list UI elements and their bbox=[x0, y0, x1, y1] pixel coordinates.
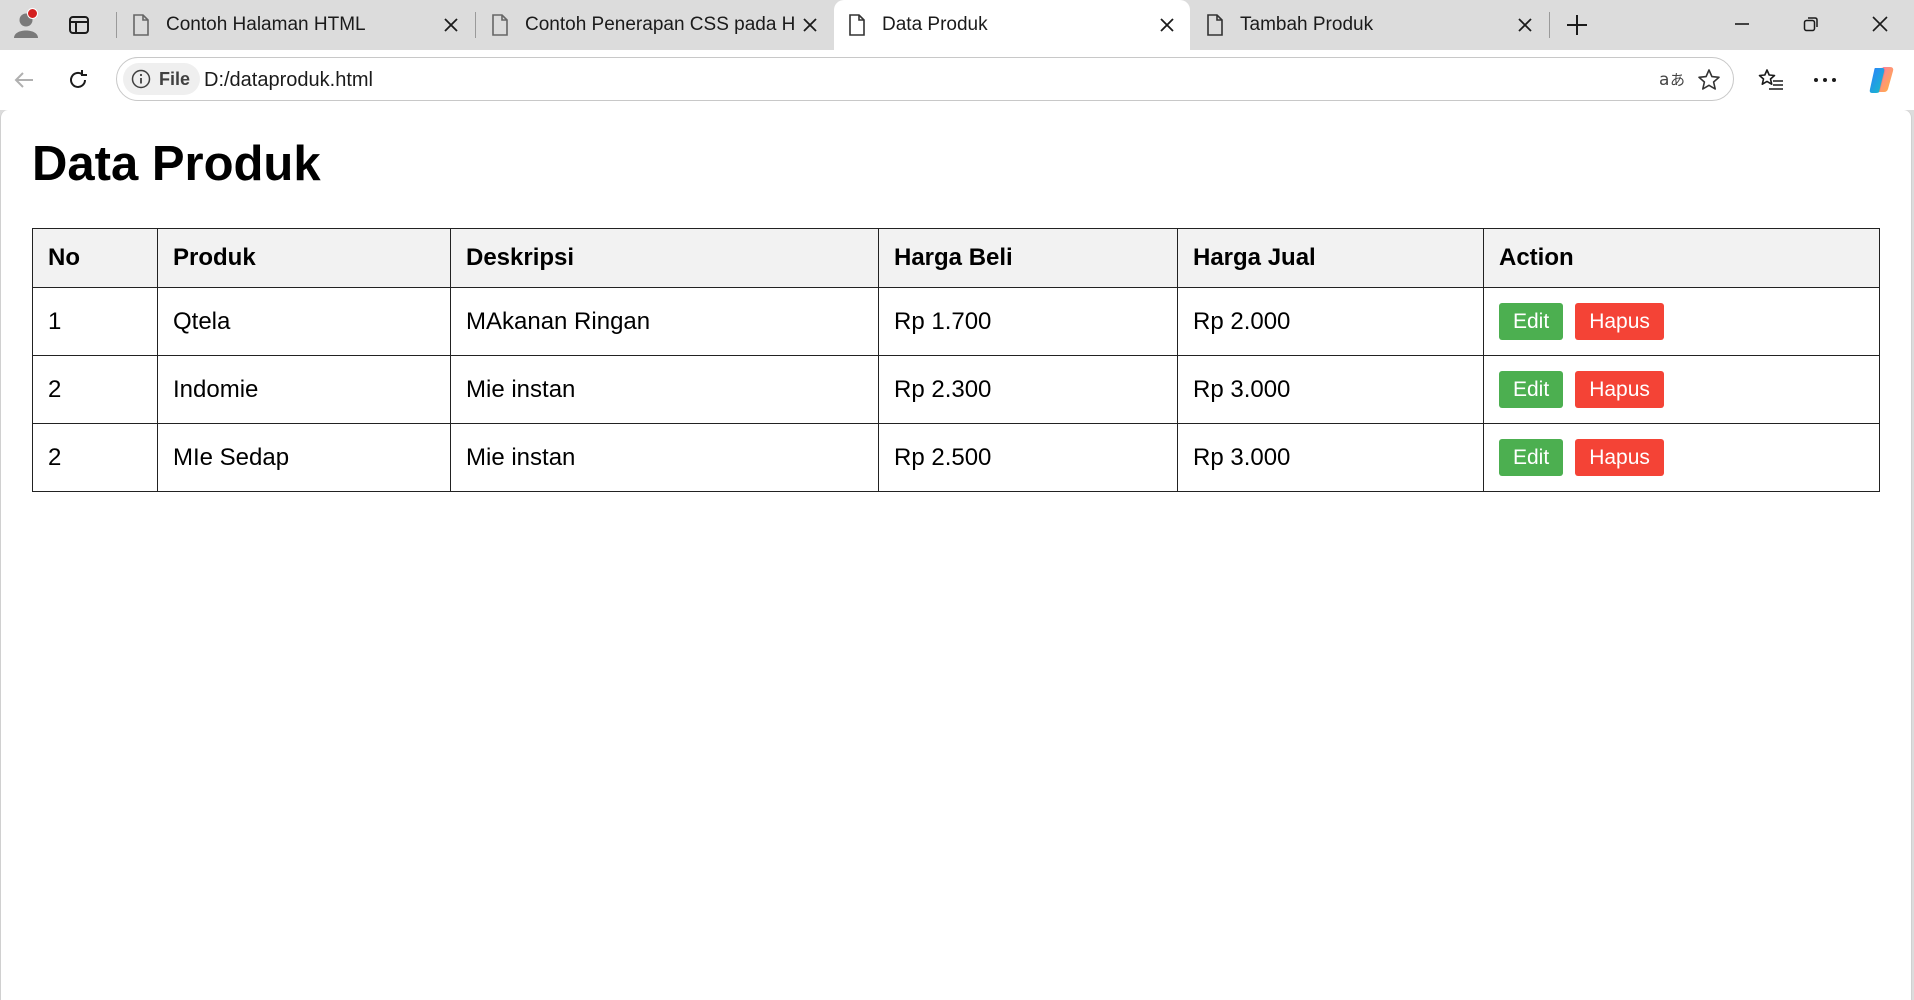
restore-button[interactable] bbox=[1777, 0, 1845, 48]
svg-text:あ: あ bbox=[1670, 71, 1685, 89]
page-title: Data Produk bbox=[32, 137, 321, 191]
page-content: Data Produk No Produk Deskripsi Harga Be… bbox=[0, 110, 1912, 1000]
favorites-button[interactable] bbox=[1751, 60, 1791, 100]
tab-contoh-halaman-html[interactable]: Contoh Halaman HTML bbox=[118, 0, 474, 50]
plus-icon bbox=[1567, 15, 1587, 35]
cell-no: 2 bbox=[32, 423, 158, 492]
cell-harga-jual: Rp 2.000 bbox=[1177, 287, 1484, 356]
table-header-row: No Produk Deskripsi Harga Beli Harga Jua… bbox=[32, 228, 1880, 288]
cell-action: Edit Hapus bbox=[1483, 355, 1880, 424]
tab-title: Contoh Penerapan CSS pada HTM bbox=[525, 14, 795, 35]
cell-produk: Qtela bbox=[157, 287, 451, 356]
cell-harga-jual: Rp 3.000 bbox=[1177, 423, 1484, 492]
delete-button[interactable]: Hapus bbox=[1575, 439, 1664, 476]
restore-icon bbox=[1803, 17, 1818, 32]
delete-button[interactable]: Hapus bbox=[1575, 303, 1664, 340]
profile-button[interactable] bbox=[8, 6, 44, 42]
cell-produk: MIe Sedap bbox=[157, 423, 451, 492]
column-header-harga-beli: Harga Beli bbox=[878, 228, 1178, 288]
cell-deskripsi: Mie instan bbox=[450, 355, 879, 424]
favorite-button[interactable] bbox=[1691, 62, 1727, 98]
tab-data-produk[interactable]: Data Produk bbox=[834, 0, 1190, 50]
refresh-icon bbox=[70, 70, 87, 88]
edit-button[interactable]: Edit bbox=[1499, 303, 1564, 340]
site-info-button[interactable]: File bbox=[123, 63, 201, 95]
close-icon bbox=[1872, 16, 1888, 32]
page-icon bbox=[848, 14, 866, 36]
cell-deskripsi: Mie instan bbox=[450, 423, 879, 492]
tab-tambah-produk[interactable]: Tambah Produk bbox=[1192, 0, 1548, 50]
arrow-left-icon bbox=[14, 72, 33, 88]
cell-harga-beli: Rp 1.700 bbox=[878, 287, 1178, 356]
copilot-button[interactable] bbox=[1862, 60, 1902, 100]
cell-no: 1 bbox=[32, 287, 158, 356]
info-icon bbox=[131, 69, 151, 89]
cell-action: Edit Hapus bbox=[1483, 287, 1880, 356]
column-header-action: Action bbox=[1483, 228, 1880, 288]
tab-title: Contoh Halaman HTML bbox=[166, 14, 366, 35]
profile-notification-badge bbox=[27, 8, 38, 19]
favorites-list-icon bbox=[1758, 69, 1783, 90]
cell-harga-beli: Rp 2.300 bbox=[878, 355, 1178, 424]
edit-button[interactable]: Edit bbox=[1499, 371, 1564, 408]
cell-harga-jual: Rp 3.000 bbox=[1177, 355, 1484, 424]
minimize-button[interactable] bbox=[1708, 0, 1776, 48]
tab-separator bbox=[116, 12, 117, 38]
site-info-label: File bbox=[159, 68, 191, 89]
more-icon bbox=[1814, 78, 1836, 82]
close-tab-icon[interactable] bbox=[436, 10, 466, 40]
tab-separator bbox=[475, 12, 476, 38]
cell-harga-beli: Rp 2.500 bbox=[878, 423, 1178, 492]
cell-produk: Indomie bbox=[157, 355, 451, 424]
translate-icon: a あ bbox=[1659, 70, 1685, 90]
read-aloud-translate-button[interactable]: a あ bbox=[1655, 62, 1691, 98]
table-row: 2 Indomie Mie instan Rp 2.300 Rp 3.000 E… bbox=[32, 355, 1880, 424]
address-bar[interactable]: File D:/dataproduk.html a あ bbox=[116, 57, 1734, 101]
svg-text:a: a bbox=[1659, 70, 1669, 90]
tab-contoh-penerapan-css[interactable]: Contoh Penerapan CSS pada HTM bbox=[477, 0, 833, 50]
cell-action: Edit Hapus bbox=[1483, 423, 1880, 492]
star-icon bbox=[1698, 69, 1720, 90]
close-tab-icon[interactable] bbox=[795, 10, 825, 40]
tab-strip: Contoh Halaman HTML Contoh Penerapan CSS… bbox=[0, 0, 1914, 50]
url-text[interactable]: D:/dataproduk.html bbox=[204, 69, 373, 92]
close-window-button[interactable] bbox=[1846, 0, 1914, 48]
refresh-button[interactable] bbox=[58, 60, 98, 100]
tab-actions-button[interactable] bbox=[62, 8, 96, 42]
copilot-icon bbox=[1869, 67, 1894, 93]
tab-title: Data Produk bbox=[882, 14, 988, 35]
table-row: 1 Qtela MAkanan Ringan Rp 1.700 Rp 2.000… bbox=[32, 287, 1880, 356]
column-header-harga-jual: Harga Jual bbox=[1177, 228, 1484, 288]
delete-button[interactable]: Hapus bbox=[1575, 371, 1664, 408]
vertical-tabs-icon bbox=[69, 16, 89, 34]
products-table: No Produk Deskripsi Harga Beli Harga Jua… bbox=[32, 228, 1880, 492]
back-button[interactable] bbox=[4, 60, 44, 100]
page-icon bbox=[1206, 14, 1224, 36]
settings-more-button[interactable] bbox=[1805, 60, 1845, 100]
new-tab-button[interactable] bbox=[1558, 6, 1596, 44]
column-header-no: No bbox=[32, 228, 158, 288]
browser-toolbar: File D:/dataproduk.html a あ bbox=[0, 50, 1914, 110]
minimize-icon bbox=[1735, 23, 1749, 25]
column-header-produk: Produk bbox=[157, 228, 451, 288]
close-tab-icon[interactable] bbox=[1152, 10, 1182, 40]
cell-no: 2 bbox=[32, 355, 158, 424]
tab-title: Tambah Produk bbox=[1240, 14, 1374, 35]
page-icon bbox=[132, 14, 150, 36]
table-row: 2 MIe Sedap Mie instan Rp 2.500 Rp 3.000… bbox=[32, 423, 1880, 492]
close-tab-icon[interactable] bbox=[1510, 10, 1540, 40]
edit-button[interactable]: Edit bbox=[1499, 439, 1564, 476]
tab-separator bbox=[1549, 12, 1550, 38]
column-header-deskripsi: Deskripsi bbox=[450, 228, 879, 288]
page-icon bbox=[491, 14, 509, 36]
cell-deskripsi: MAkanan Ringan bbox=[450, 287, 879, 356]
